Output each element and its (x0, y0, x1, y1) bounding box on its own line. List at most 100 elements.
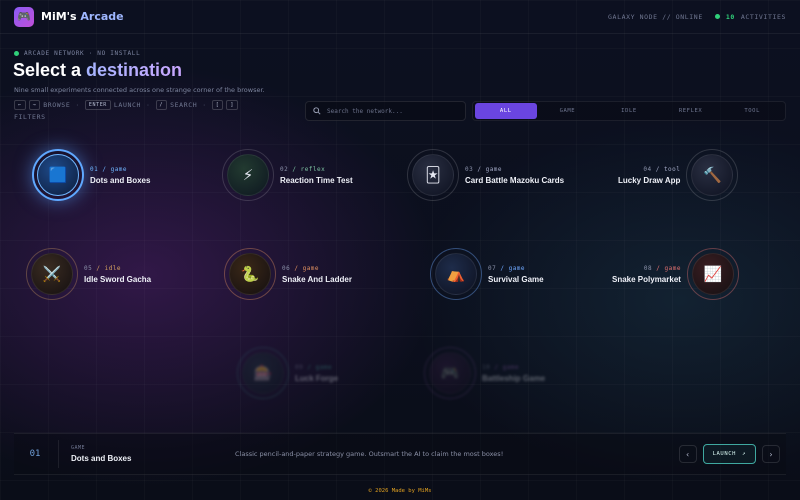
eyebrow: ARCADE NETWORK · NO INSTALL (14, 50, 140, 57)
node-meta: 05 / idle Idle Sword Gacha (84, 265, 151, 284)
status-text: GALAXY NODE // ONLINE (608, 12, 703, 21)
search-box[interactable] (305, 101, 466, 121)
enter-key: ENTER (84, 100, 111, 110)
node-snake-and-ladder[interactable]: 🐍 06 / game Snake And Ladder (224, 248, 352, 300)
filter-tabs: ALL GAME IDLE REFLEX TOOL (472, 101, 786, 121)
node-survival-game[interactable]: ⛺ 07 / game Survival Game (430, 248, 544, 300)
swords-icon: ⚔️ (31, 253, 73, 295)
node-meta: 07 / game Survival Game (488, 265, 544, 284)
node-meta: 06 / game Snake And Ladder (282, 265, 352, 284)
node-meta: 04 / tool Lucky Draw App (618, 166, 680, 185)
brand-title[interactable]: MiM's Arcade (41, 10, 124, 23)
node-number: 04 / tool (643, 165, 681, 173)
page-subtitle: Nine small experiments connected across … (14, 86, 265, 94)
filter-reflex[interactable]: REFLEX (660, 103, 722, 119)
node-ring: ⚡ (222, 149, 274, 201)
brand-name: MiM's (41, 10, 77, 23)
snake-icon: 🐍 (229, 253, 271, 295)
filters-shortcut-label: FILTERS (14, 113, 46, 121)
brand-accent: Arcade (80, 10, 124, 23)
close-bracket-key: ] (226, 100, 239, 110)
eyebrow-text: ARCADE NETWORK · NO INSTALL (24, 50, 141, 57)
node-meta: 03 / game Card Battle Mazoku Cards (465, 166, 564, 185)
node-lucky-draw-app[interactable]: 04 / tool Lucky Draw App 🔨 (618, 149, 739, 201)
node-label: Dots and Boxes (90, 175, 151, 185)
node-label: Lucky Draw App (618, 175, 681, 185)
card-icon: 🃏 (412, 154, 454, 196)
chart-up-icon: 📈 (691, 253, 734, 295)
status-area: GALAXY NODE // ONLINE 10 ACTIVITIES (608, 13, 786, 21)
node-label: Survival Game (488, 274, 544, 284)
slot-machine-icon: 🎰 (242, 352, 284, 394)
node-number: 01 / game (90, 165, 128, 173)
keyboard-shortcuts: ← → BROWSE · ENTER LAUNCH · / SEARCH ·[] FILTERS (14, 99, 284, 123)
node-number: 09 / game (295, 363, 333, 371)
hammer-icon: 🔨 (691, 154, 734, 196)
slash-key: / (155, 100, 168, 110)
node-meta: 08 / game Snake Polymarket (612, 265, 681, 284)
divider (58, 440, 59, 468)
launch-button[interactable]: LAUNCH ↗ (702, 444, 756, 464)
right-arrow-key: → (28, 100, 41, 110)
browse-label: BROWSE (43, 101, 71, 109)
filter-tool[interactable]: TOOL (721, 103, 783, 119)
node-idle-sword-gacha[interactable]: ⚔️ 05 / idle Idle Sword Gacha (26, 248, 151, 300)
selected-name: Dots and Boxes (71, 454, 132, 463)
node-dots-and-boxes[interactable]: 🟦 01 / game Dots and Boxes (32, 149, 150, 201)
node-reaction-time-test[interactable]: ⚡ 02 / reflex Reaction Time Test (222, 149, 353, 201)
search-icon (313, 107, 321, 115)
search-input[interactable] (327, 107, 457, 115)
node-snake-polymarket[interactable]: 08 / game Snake Polymarket 📈 (612, 248, 739, 300)
selected-info: GAME Dots and Boxes (71, 445, 221, 463)
launch-label: LAUNCH (712, 451, 737, 457)
selection-panel: 01 GAME Dots and Boxes Classic pencil-an… (14, 433, 786, 475)
filter-idle[interactable]: IDLE (598, 103, 660, 119)
filter-game[interactable]: GAME (537, 103, 599, 119)
selection-actions: ‹ LAUNCH ↗ › (678, 444, 780, 464)
node-number: 10 / game (482, 363, 520, 371)
previous-button[interactable]: ‹ (678, 445, 697, 463)
node-ring: 🐍 (224, 248, 276, 300)
activity-count: 10 (725, 12, 735, 21)
node-label: Snake Polymarket (612, 274, 681, 284)
node-number: 08 / game (643, 264, 681, 272)
footer-credit: © 2026 Made by MiMs (368, 488, 432, 494)
node-label: Luck Forge (295, 373, 339, 383)
gamepad-icon: 🎮 (429, 352, 471, 394)
node-number: 03 / game (465, 165, 503, 173)
lightning-icon: ⚡ (227, 154, 269, 196)
node-ring: 📈 (686, 248, 739, 300)
node-battleship-game[interactable]: 🎮 10 / game Battleship Game (424, 347, 545, 399)
node-number: 05 / idle (84, 264, 122, 272)
node-number: 07 / game (488, 264, 526, 272)
node-meta: 10 / game Battleship Game (482, 364, 545, 383)
tent-icon: ⛺ (435, 253, 477, 295)
node-number: 06 / game (282, 264, 320, 272)
selected-kind: GAME (71, 445, 86, 451)
node-meta: 02 / reflex Reaction Time Test (280, 166, 353, 185)
node-luck-forge[interactable]: 🎰 09 / game Luck Forge (237, 347, 338, 399)
node-ring: ⚔️ (26, 248, 78, 300)
node-label: Battleship Game (482, 373, 546, 383)
title-accent: destination (86, 60, 183, 80)
node-ring: 🎰 (237, 347, 289, 399)
node-ring: ⛺ (430, 248, 482, 300)
launch-shortcut-label: LAUNCH (113, 101, 142, 109)
selected-description: Classic pencil-and-paper strategy game. … (235, 450, 504, 458)
node-ring: 🎮 (424, 347, 476, 399)
filter-all[interactable]: ALL (475, 103, 537, 119)
node-card-battle-mazoku-cards[interactable]: 🃏 03 / game Card Battle Mazoku Cards (407, 149, 564, 201)
node-label: Reaction Time Test (280, 175, 353, 185)
top-bar: 🎮 MiM's Arcade GALAXY NODE // ONLINE 10 … (0, 0, 800, 34)
node-label: Card Battle Mazoku Cards (465, 175, 565, 185)
next-button[interactable]: › (762, 445, 780, 463)
node-ring: 🟦 (32, 149, 84, 201)
grid-box-icon: 🟦 (37, 154, 79, 196)
gamepad-icon[interactable]: 🎮 (14, 6, 34, 27)
node-meta: 09 / game Luck Forge (295, 364, 338, 383)
left-arrow-key: ← (14, 100, 26, 110)
node-number: 02 / reflex (280, 165, 326, 173)
search-shortcut-label: SEARCH (170, 101, 198, 109)
external-arrow-icon: ↗ (742, 451, 746, 457)
selected-index: 01 (29, 449, 41, 459)
